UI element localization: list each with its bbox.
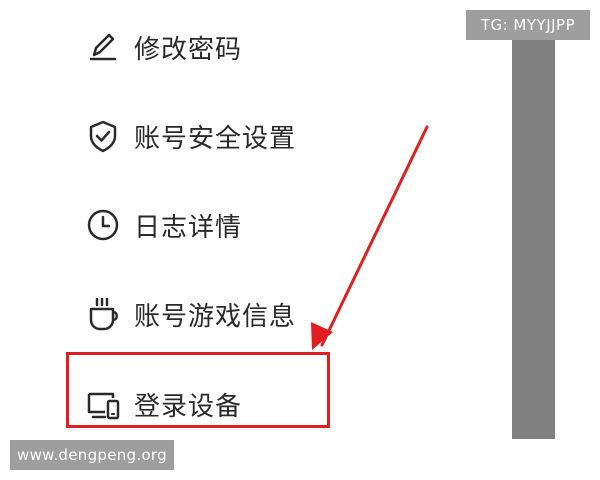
- clock-icon: [82, 204, 124, 246]
- menu-item-account-security[interactable]: 账号安全设置: [82, 111, 296, 161]
- menu-item-label: 日志详情: [134, 212, 243, 243]
- watermark-top: TG: MYYJJPP: [466, 10, 590, 40]
- menu-item-log-details[interactable]: 日志详情: [82, 200, 242, 250]
- shield-check-icon: [82, 115, 124, 157]
- pencil-icon: [82, 26, 124, 68]
- menu-item-label: 账号游戏信息: [134, 301, 297, 332]
- scrollbar: [512, 36, 555, 439]
- menu-item-change-password[interactable]: 修改密码: [82, 22, 242, 72]
- coffee-cup-icon: [82, 293, 124, 335]
- highlight-box: [66, 352, 330, 428]
- menu-item-label: 修改密码: [134, 34, 243, 65]
- menu-item-game-info[interactable]: 账号游戏信息: [82, 289, 296, 339]
- menu-item-label: 账号安全设置: [134, 123, 297, 154]
- watermark-bottom: www.dengpeng.org: [10, 440, 174, 470]
